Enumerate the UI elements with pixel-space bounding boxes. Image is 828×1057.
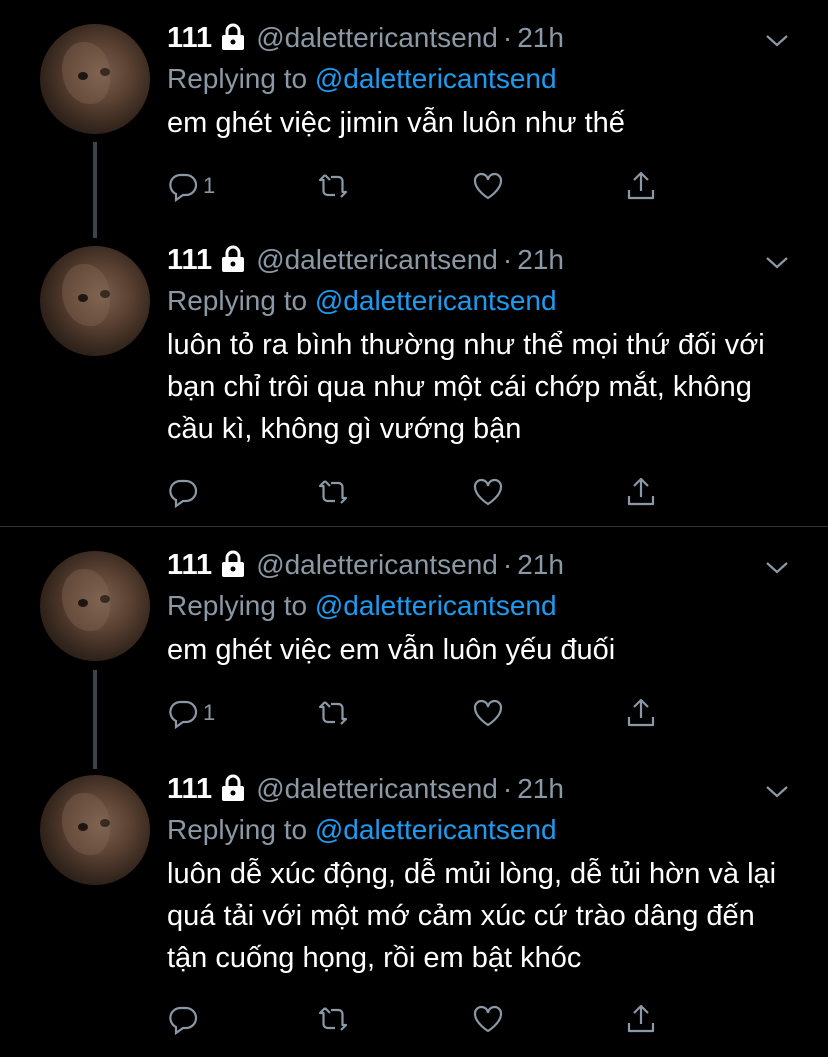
timestamp[interactable]: 21h [517,244,564,276]
lock-icon [222,245,245,272]
display-name[interactable]: 111 [167,773,212,806]
reply-button[interactable]: 1 [167,693,215,733]
thread-line [93,670,97,769]
replying-to: Replying to @dalettericantsend [167,63,557,94]
lock-icon [222,550,245,577]
tweet-actions: 1 [167,693,687,733]
retweet-button[interactable] [317,472,349,512]
lock-icon [222,774,245,801]
tweet-actions [167,999,687,1039]
reply-button[interactable] [167,999,203,1039]
display-name[interactable]: 111 [167,22,212,55]
mention-link[interactable]: @dalettericantsend [315,590,557,621]
retweet-icon [318,480,348,504]
lock-icon [222,23,245,50]
tweet-text: luôn dễ xúc động, dễ mủi lòng, dễ tủi hờ… [167,858,777,974]
avatar[interactable] [40,551,150,661]
chevron-down-icon[interactable] [764,557,790,577]
share-icon [627,1004,655,1033]
tweet-text: em ghét việc em vẫn luôn yếu đuối [167,634,616,666]
share-button[interactable] [625,999,657,1039]
replying-to: Replying to @dalettericantsend [167,590,557,621]
reply-button[interactable] [167,472,203,512]
like-button[interactable] [472,472,504,512]
mention-link[interactable]: @dalettericantsend [315,285,557,316]
replying-to: Replying to @dalettericantsend [167,285,557,316]
share-icon [627,698,655,727]
tweet[interactable]: 111 @dalettericantsend · 21h Replying to… [0,769,828,1057]
retweet-button[interactable] [317,999,349,1039]
reply-count: 1 [203,700,216,725]
share-button[interactable] [625,166,657,206]
reply-icon [169,1006,198,1035]
retweet-button[interactable] [317,166,349,206]
reply-count: 1 [203,173,216,198]
share-icon [627,477,655,506]
heart-icon [473,699,503,727]
like-button[interactable] [472,693,504,733]
separator-dot: · [502,549,513,580]
reply-icon [169,479,198,508]
timestamp[interactable]: 21h [517,22,564,54]
share-button[interactable] [625,472,657,512]
thread-line [93,142,97,238]
avatar[interactable] [40,246,150,356]
heart-icon [473,478,503,506]
avatar[interactable] [40,24,150,134]
tweet-text: luôn tỏ ra bình thường như thể mọi thứ đ… [167,329,765,445]
timestamp[interactable]: 21h [517,549,564,581]
like-button[interactable] [472,166,504,206]
reply-button[interactable]: 1 [167,166,215,206]
tweet[interactable]: 111 @dalettericantsend · 21h Replying to… [0,527,828,769]
separator-dot: · [502,244,513,275]
heart-icon [473,1005,503,1033]
heart-icon [473,172,503,200]
reply-icon [169,173,198,202]
handle[interactable]: @dalettericantsend [256,244,498,276]
tweet[interactable]: 111 @dalettericantsend · 21h Replying to… [0,238,828,526]
mention-link[interactable]: @dalettericantsend [315,63,557,94]
retweet-icon [318,701,348,725]
separator-dot: · [502,22,513,53]
reply-icon [169,700,198,729]
tweet[interactable]: 111 @dalettericantsend · 21h Replying to… [0,0,828,238]
chevron-down-icon[interactable] [764,781,790,801]
replying-to: Replying to @dalettericantsend [167,814,557,845]
mention-link[interactable]: @dalettericantsend [315,814,557,845]
handle[interactable]: @dalettericantsend [256,549,498,581]
like-button[interactable] [472,999,504,1039]
display-name[interactable]: 111 [167,244,212,277]
tweet-actions [167,472,687,512]
display-name[interactable]: 111 [167,549,212,582]
retweet-icon [318,1007,348,1031]
handle[interactable]: @dalettericantsend [256,22,498,54]
tweet-actions: 1 [167,166,687,206]
retweet-icon [318,174,348,198]
chevron-down-icon[interactable] [764,252,790,272]
separator-dot: · [502,773,513,804]
handle[interactable]: @dalettericantsend [256,773,498,805]
timestamp[interactable]: 21h [517,773,564,805]
avatar[interactable] [40,775,150,885]
share-icon [627,171,655,200]
share-button[interactable] [625,693,657,733]
retweet-button[interactable] [317,693,349,733]
chevron-down-icon[interactable] [764,30,790,50]
tweet-text: em ghét việc jimin vẫn luôn như thế [167,107,625,139]
